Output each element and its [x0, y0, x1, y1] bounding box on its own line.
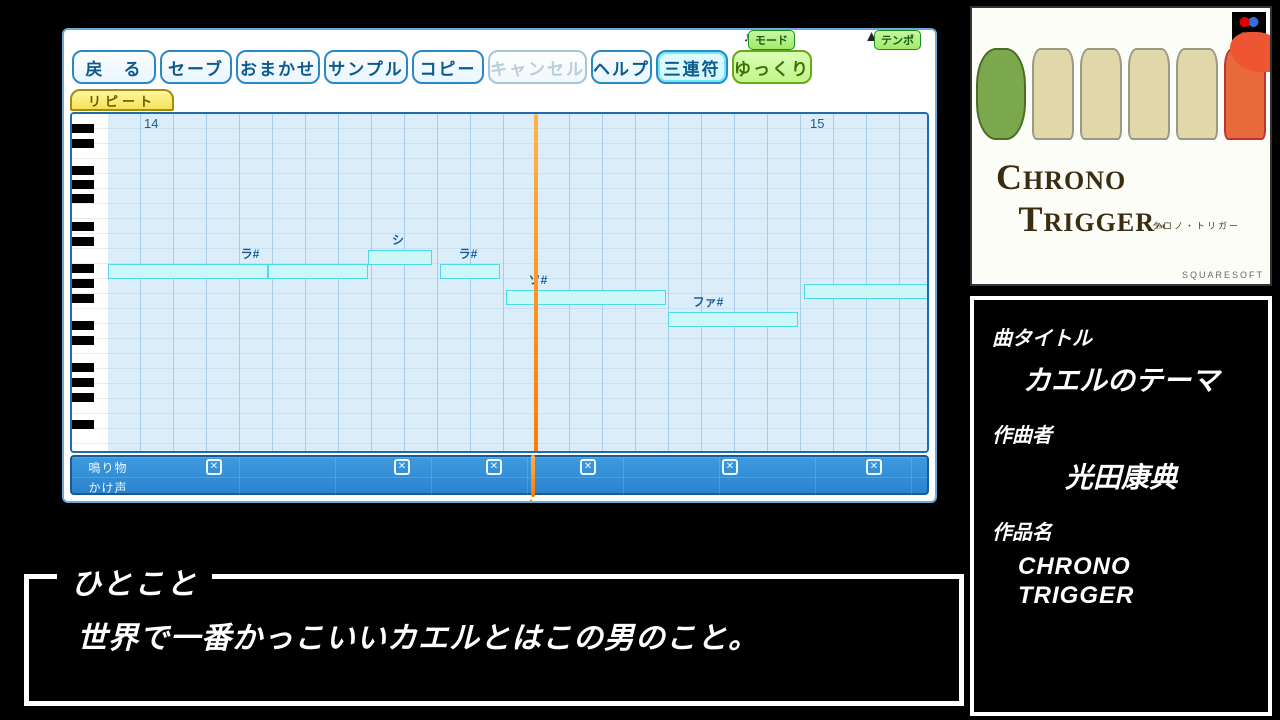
- note-label: ソ#: [529, 271, 548, 288]
- note-bar[interactable]: [804, 284, 927, 299]
- comment-body: 世界で一番かっこいいカエルとはこの男のこと。: [77, 613, 929, 657]
- song-title-label: 曲タイトル: [992, 322, 1250, 351]
- cover-title: CHRONO TRIGGER™: [996, 156, 1166, 240]
- drum-hit-icon[interactable]: [580, 459, 596, 475]
- note-label: ラ#: [459, 245, 478, 262]
- note-bar[interactable]: [506, 290, 666, 305]
- note-label: ラ#: [241, 245, 260, 262]
- song-info-panel: 曲タイトル カエルのテーマ 作曲者 光田康典 作品名 CHRONOTRIGGER: [970, 296, 1272, 716]
- measure-label-14: 14: [144, 116, 158, 131]
- comment-title: ひとこと: [57, 559, 212, 603]
- piano-keyboard[interactable]: [72, 114, 108, 451]
- drum-hit-icon[interactable]: [722, 459, 738, 475]
- toolbar: 戻 る セーブ おまかせ サンプル コピー キャンセル ヘルプ 三連符 ゆっくり…: [64, 30, 935, 86]
- playhead[interactable]: [534, 114, 538, 451]
- drum-hit-icon[interactable]: [394, 459, 410, 475]
- playhead-lower[interactable]: [531, 455, 535, 497]
- music-editor-panel: 戻 る セーブ おまかせ サンプル コピー キャンセル ヘルプ 三連符 ゆっくり…: [62, 28, 937, 503]
- voice-track-row: かけ声: [72, 477, 927, 497]
- note-label: シ: [392, 231, 404, 248]
- cover-char-icon: [1128, 48, 1170, 140]
- note-bar[interactable]: [668, 312, 798, 327]
- cover-char-icon: [1224, 48, 1266, 140]
- composer-value: 光田康典: [992, 456, 1250, 496]
- sample-button[interactable]: サンプル: [324, 50, 408, 84]
- cover-char-icon: [1032, 48, 1074, 140]
- note-label: ファ#: [693, 293, 724, 310]
- comment-box: ひとこと 世界で一番かっこいいカエルとはこの男のこと。: [24, 574, 964, 706]
- tempo-slow-button[interactable]: ゆっくり: [732, 50, 812, 84]
- triplet-mode-button[interactable]: 三連符: [656, 50, 728, 84]
- save-button[interactable]: セーブ: [160, 50, 232, 84]
- drum-hit-icon[interactable]: [486, 459, 502, 475]
- cancel-button: キャンセル: [488, 50, 587, 84]
- back-button[interactable]: 戻 る: [72, 50, 156, 84]
- copy-button[interactable]: コピー: [412, 50, 484, 84]
- composer-label: 作曲者: [992, 419, 1250, 448]
- lower-tracks: 鳴り物 かけ声: [70, 455, 929, 495]
- drum-hit-icon[interactable]: [866, 459, 882, 475]
- piano-roll[interactable]: 14 15 ラ# シ ラ# ソ# ファ#: [70, 112, 929, 453]
- tempo-tag: テンポ: [874, 30, 921, 50]
- note-bar[interactable]: [108, 264, 268, 279]
- song-title-value: カエルのテーマ: [992, 359, 1250, 399]
- cover-char-icon: [1080, 48, 1122, 140]
- note-bar[interactable]: [268, 264, 368, 279]
- work-value: CHRONOTRIGGER: [992, 553, 1250, 611]
- percussion-track-row: 鳴り物: [72, 457, 927, 477]
- game-cover-art: 見 本 CHRONO TRIGGER™ クロノ・トリガー SQUARESOFT: [970, 6, 1272, 286]
- cover-subtitle: クロノ・トリガー: [1152, 219, 1240, 232]
- voice-lane[interactable]: [144, 478, 927, 497]
- cover-publisher: SQUARESOFT: [1182, 270, 1264, 280]
- work-label: 作品名: [992, 516, 1250, 545]
- repeat-tab[interactable]: リピート: [70, 89, 174, 111]
- measure-label-15: 15: [810, 116, 824, 131]
- drum-hit-icon[interactable]: [206, 459, 222, 475]
- mode-tag: モード: [748, 30, 795, 50]
- help-button[interactable]: ヘルプ: [591, 50, 652, 84]
- percussion-track-label: 鳴り物: [72, 459, 144, 476]
- auto-button[interactable]: おまかせ: [236, 50, 320, 84]
- voice-track-label: かけ声: [72, 479, 144, 496]
- note-bar[interactable]: [440, 264, 500, 279]
- note-bar[interactable]: [368, 250, 432, 265]
- percussion-lane[interactable]: [144, 458, 927, 477]
- cover-characters: [972, 48, 1270, 168]
- cover-char-icon: [976, 48, 1026, 140]
- cover-char-icon: [1176, 48, 1218, 140]
- note-grid[interactable]: 14 15 ラ# シ ラ# ソ# ファ#: [108, 114, 927, 451]
